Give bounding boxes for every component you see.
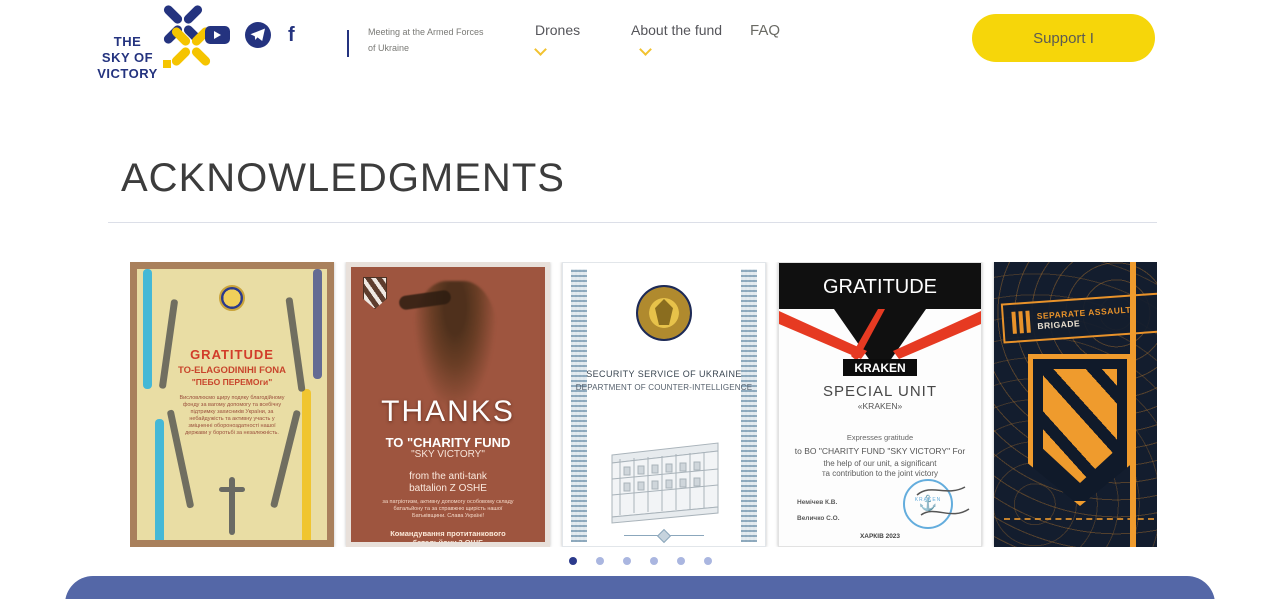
signature-name-2: Величко С.О.: [797, 515, 840, 522]
section-divider: [108, 222, 1157, 223]
ornament-divider: [623, 535, 705, 536]
support-button[interactable]: Support I: [972, 14, 1155, 62]
certificate-recipient-name: "SKY VICTORY": [411, 449, 485, 460]
site-header: THE SKY OF VICTORY f Meeting at the Arme…: [0, 0, 1280, 81]
certificate-card-anti-tank-battalion[interactable]: THANKS TO "CHARITY FUND "SKY VICTORY" fr…: [346, 262, 550, 547]
certificate-artwork: THANKS TO "CHARITY FUND "SKY VICTORY" fr…: [351, 267, 545, 542]
certificate-body-text: Висловлюємо щиру подяку благодійному фон…: [179, 395, 285, 436]
gratitude-title: GRATITUDE: [823, 276, 937, 298]
certificate-body-line2: to BO "CHARITY FUND "SKY VICTORY" For: [794, 446, 966, 456]
header-divider: [347, 30, 349, 57]
telegram-icon[interactable]: [245, 22, 271, 48]
guilloche-border: [741, 269, 757, 542]
certificate-card-kraken[interactable]: KRAKEN GRATITUDE SPECIAL UNIT «KRAKEN» E…: [778, 262, 982, 547]
orange-edge-strip: [1130, 262, 1136, 547]
battalion-shield-icon: [363, 277, 387, 309]
nav-item-drones[interactable]: Drones: [535, 22, 580, 38]
certificate-title: GRATITUDE: [190, 347, 274, 362]
certificate-recipient-name: "ПЕБО ПЕРЕМОги": [191, 377, 273, 387]
unit-name: SPECIAL UNIT: [823, 383, 937, 400]
certificate-artwork: GRATITUDE TO-ELAGODINIHI FONA "ПЕБО ПЕРЕ…: [137, 269, 327, 540]
signature-name-1: Немічев К.В.: [797, 499, 838, 506]
sword-illustration: [219, 477, 245, 535]
certificate-recipient: TO "CHARITY FUND: [385, 435, 511, 450]
nav-item-meeting[interactable]: Meeting at the Armed Forces of Ukraine: [368, 24, 484, 56]
carousel-dot[interactable]: [622, 557, 631, 565]
carousel-dot[interactable]: [595, 557, 604, 565]
sbu-emblem-icon: [636, 285, 692, 341]
certificate-from-line2: battalion Z OSHE: [409, 483, 487, 494]
youtube-icon[interactable]: [205, 26, 230, 44]
unit-subname: «KRAKEN»: [857, 401, 903, 411]
guilloche-border: [571, 269, 587, 542]
certificate-title: THANKS: [381, 395, 515, 428]
certificate-footer: ХАРКІВ 2023: [859, 533, 901, 540]
brigade-shield-icon: [1028, 354, 1132, 506]
kraken-logo-text: KRAKEN: [854, 361, 905, 375]
carousel-dot[interactable]: [568, 557, 577, 565]
nav-item-about-the-fund[interactable]: About the fund: [631, 22, 722, 38]
handwritten-signature: [916, 486, 970, 516]
building-sketch: [611, 442, 719, 524]
kraken-banner: KRAKEN GRATITUDE: [779, 263, 981, 376]
chevron-down-icon[interactable]: [641, 45, 649, 53]
carousel-track: GRATITUDE TO-ELAGODINIHI FONA "ПЕБО ПЕРЕ…: [130, 262, 1157, 547]
carousel-dot[interactable]: [649, 557, 658, 565]
page-title: ACKNOWLEDGMENTS: [121, 156, 565, 200]
certificate-from-line1: from the anti-tank: [409, 471, 487, 482]
facebook-icon[interactable]: f: [288, 24, 295, 47]
certificate-body-text: за патріотизм, активну допомогу особовом…: [382, 499, 514, 519]
certificate-card-sky-victory-diploma[interactable]: GRATITUDE TO-ELAGODINIHI FONA "ПЕБО ПЕРЕ…: [130, 262, 334, 547]
nav-meeting-line2: of Ukraine: [368, 43, 410, 53]
nav-item-faq[interactable]: FAQ: [750, 22, 780, 39]
three-bars-icon: [1011, 310, 1031, 334]
certificate-recipient: TO-ELAGODINIHI FONA: [177, 365, 287, 376]
certificate-footer-line2: батальйону 3 ОШБ: [351, 538, 545, 542]
next-section-band: [65, 576, 1215, 599]
certificate-body-line1: Expresses gratitude: [846, 433, 914, 442]
carousel-dot[interactable]: [703, 557, 712, 565]
fund-emblem-icon: [219, 285, 245, 311]
department-name: DEPARTMENT OF COUNTER-INTELLIGENCE: [575, 383, 753, 392]
acknowledgments-carousel: GRATITUDE TO-ELAGODINIHI FONA "ПЕБО ПЕРЕ…: [108, 262, 1157, 547]
certificate-footer-line1: Командування протитанкового: [390, 529, 506, 538]
carousel-dot[interactable]: [676, 557, 685, 565]
nav-meeting-line1: Meeting at the Armed Forces: [368, 27, 484, 37]
certificate-card-assault-brigade[interactable]: SEPARATE ASSAULT BRIGADE: [994, 262, 1157, 547]
organization-name: SECURITY SERVICE OF UKRAINE: [586, 369, 742, 379]
certificate-card-security-service[interactable]: SECURITY SERVICE OF UKRAINE DEPARTMENT O…: [562, 262, 766, 547]
carousel-dots: [0, 557, 1280, 565]
chevron-down-icon[interactable]: [536, 45, 544, 53]
certificate-body-line3: the help of our unit, a significant: [823, 459, 937, 468]
